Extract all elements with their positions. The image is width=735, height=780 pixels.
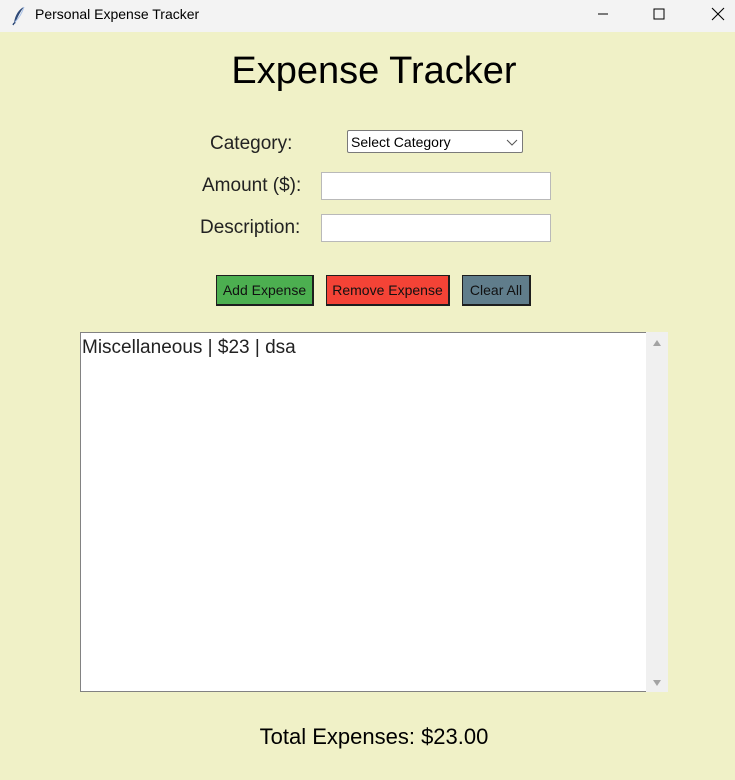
category-select[interactable]: Select Category xyxy=(347,130,523,153)
feather-icon xyxy=(12,6,25,26)
amount-input[interactable] xyxy=(321,172,551,200)
maximize-icon xyxy=(653,8,665,20)
clear-all-button[interactable]: Clear All xyxy=(462,275,531,306)
maximize-button[interactable] xyxy=(636,0,682,28)
amount-label: Amount ($): xyxy=(202,175,302,196)
expense-list[interactable]: Miscellaneous | $23 | dsa xyxy=(80,332,646,692)
total-expenses: Total Expenses: $23.00 xyxy=(259,724,489,749)
close-icon xyxy=(711,7,725,21)
description-label: Description: xyxy=(200,217,301,238)
page-title: Expense Tracker xyxy=(231,50,517,92)
minimize-button[interactable] xyxy=(580,0,626,28)
close-button[interactable] xyxy=(695,0,735,28)
scroll-down-icon[interactable] xyxy=(652,679,662,687)
description-input[interactable] xyxy=(321,214,551,242)
app-window: Personal Expense Tracker Expense Tracker… xyxy=(0,0,735,780)
scroll-up-icon[interactable] xyxy=(652,339,662,347)
remove-expense-button[interactable]: Remove Expense xyxy=(326,275,450,306)
minimize-icon xyxy=(598,13,608,15)
window-title: Personal Expense Tracker xyxy=(35,6,200,22)
title-bar[interactable]: Personal Expense Tracker xyxy=(0,0,735,32)
expense-list-scrollbar[interactable] xyxy=(646,332,668,692)
category-select-value: Select Category xyxy=(351,134,451,150)
category-label: Category: xyxy=(210,133,293,154)
add-expense-button[interactable]: Add Expense xyxy=(216,275,314,306)
chevron-down-icon xyxy=(506,139,518,146)
list-item[interactable]: Miscellaneous | $23 | dsa xyxy=(82,336,296,360)
